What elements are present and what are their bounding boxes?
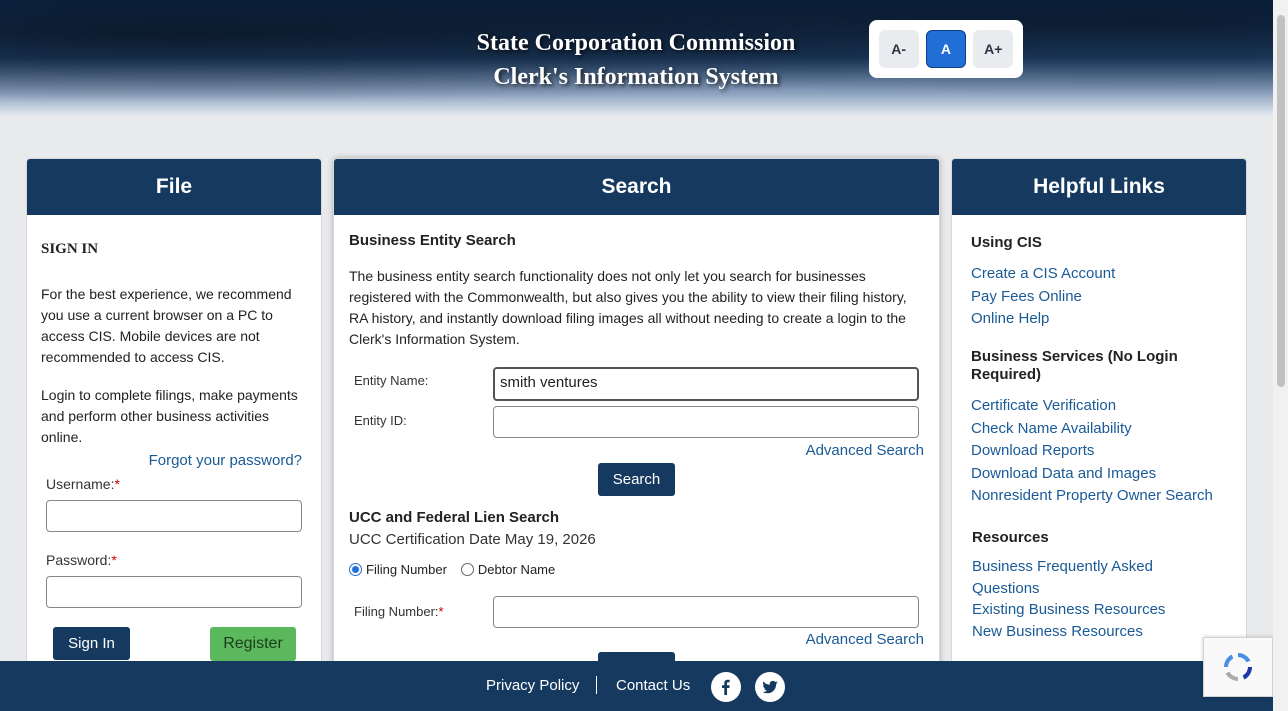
required-mark: *: [438, 604, 444, 619]
new-business-resources-link[interactable]: New Business Resources: [972, 623, 1143, 640]
check-name-availability-link[interactable]: Check Name Availability: [971, 420, 1132, 437]
register-button[interactable]: Register: [210, 627, 296, 661]
ucc-lien-search-heading: UCC and Federal Lien Search: [349, 509, 560, 526]
entity-id-label: Entity ID:: [354, 413, 407, 428]
page-scrollbar[interactable]: [1273, 0, 1288, 711]
required-mark: *: [111, 552, 117, 568]
business-services-heading: Business Services (No Login Required): [971, 348, 1178, 383]
sign-in-button[interactable]: Sign In: [53, 627, 130, 660]
entity-id-input[interactable]: [493, 406, 919, 438]
business-faq-link[interactable]: Business Frequently Asked Questions: [972, 556, 1172, 600]
contact-us-link[interactable]: Contact Us: [616, 677, 690, 694]
required-mark: *: [114, 476, 120, 492]
font-decrease-button[interactable]: A-: [878, 30, 919, 68]
filing-number-radio[interactable]: [349, 563, 362, 576]
forgot-password-link[interactable]: Forgot your password?: [149, 452, 302, 469]
page-header: State Corporation Commission Clerk's Inf…: [0, 0, 1273, 116]
filing-number-input[interactable]: [493, 596, 919, 628]
existing-business-resources-link[interactable]: Existing Business Resources: [972, 601, 1165, 618]
site-title: State Corporation Commission Clerk's Inf…: [436, 26, 836, 94]
advanced-search-link[interactable]: Advanced Search: [806, 442, 924, 459]
create-account-link[interactable]: Create a CIS Account: [971, 265, 1115, 282]
entity-name-input[interactable]: smith ventures: [493, 367, 919, 401]
debtor-name-radio-label: Debtor Name: [477, 562, 556, 577]
download-data-images-link[interactable]: Download Data and Images: [971, 465, 1156, 482]
username-input[interactable]: [46, 500, 302, 532]
privacy-policy-link[interactable]: Privacy Policy: [486, 677, 579, 694]
recaptcha-icon: [1224, 653, 1252, 681]
using-cis-heading: Using CIS: [971, 234, 1042, 251]
online-help-link[interactable]: Online Help: [971, 310, 1049, 327]
ucc-search-type-group: Filing Number Debtor Name: [349, 562, 555, 577]
password-input[interactable]: [46, 576, 302, 608]
page-footer: Privacy Policy Contact Us: [0, 661, 1273, 711]
filing-number-label-text: Filing Number:: [354, 604, 439, 619]
facebook-icon[interactable]: [711, 672, 741, 702]
entity-name-label: Entity Name:: [354, 373, 429, 388]
helpful-links-title: Helpful Links: [952, 159, 1246, 215]
password-label: Password:*: [46, 552, 117, 568]
business-search-description: The business entity search functionality…: [349, 268, 907, 347]
recaptcha-badge[interactable]: [1203, 637, 1273, 697]
font-increase-button[interactable]: A+: [973, 30, 1014, 68]
pay-fees-link[interactable]: Pay Fees Online: [971, 288, 1082, 305]
browser-recommendation: For the best experience, we recommend yo…: [41, 286, 292, 365]
file-panel: File SIGN IN For the best experience, we…: [26, 158, 322, 698]
helpful-links-panel: Helpful Links Using CIS Create a CIS Acc…: [951, 158, 1247, 698]
username-label: Username:*: [46, 476, 120, 492]
sign-in-heading: SIGN IN: [41, 241, 99, 257]
search-panel: Search Business Entity Search The busine…: [333, 158, 940, 698]
site-title-line1: State Corporation Commission: [476, 30, 796, 56]
debtor-name-radio[interactable]: [460, 563, 474, 576]
business-entity-search-heading: Business Entity Search: [349, 232, 516, 249]
download-reports-link[interactable]: Download Reports: [971, 442, 1094, 459]
font-default-button[interactable]: A: [925, 30, 966, 68]
password-label-text: Password:: [46, 552, 112, 568]
certificate-verification-link[interactable]: Certificate Verification: [971, 397, 1116, 414]
username-label-text: Username:: [46, 476, 115, 492]
footer-divider: [596, 676, 597, 694]
scrollbar-thumb[interactable]: [1277, 15, 1285, 387]
filing-number-radio-label: Filing Number: [366, 562, 447, 577]
business-search-button[interactable]: Search: [598, 463, 675, 496]
font-size-controls: A- A A+: [869, 20, 1023, 78]
site-title-line2: Clerk's Information System: [493, 64, 779, 90]
resources-heading: Resources: [972, 529, 1049, 546]
ucc-advanced-search-link[interactable]: Advanced Search: [806, 631, 924, 648]
file-panel-title: File: [27, 159, 321, 215]
ucc-certification-date: UCC Certification Date May 19, 2026: [349, 531, 596, 548]
twitter-icon[interactable]: [755, 672, 785, 702]
filing-number-label: Filing Number:*: [354, 604, 444, 619]
login-description: Login to complete filings, make payments…: [41, 387, 298, 445]
search-panel-title: Search: [334, 159, 939, 215]
nonresident-property-link[interactable]: Nonresident Property Owner Search: [971, 487, 1213, 504]
